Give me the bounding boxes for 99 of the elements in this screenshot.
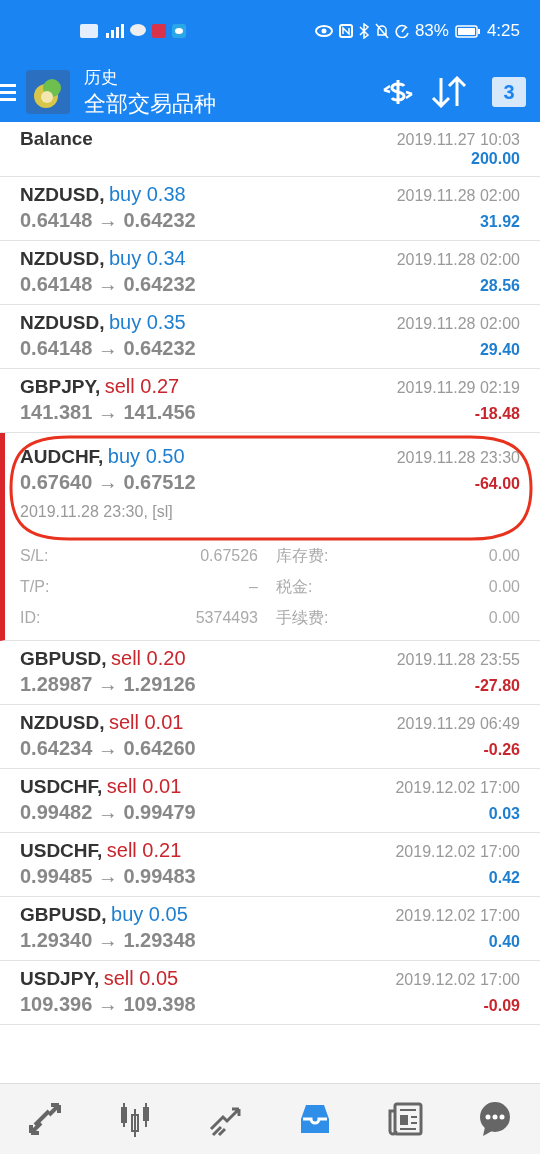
deal-prices: 1.29340 → 1.29348 xyxy=(20,929,196,952)
signal-icon xyxy=(104,24,124,38)
detail-label: T/P: xyxy=(20,577,51,597)
deal-profit: -18.48 xyxy=(474,405,520,423)
sort-icon[interactable] xyxy=(430,76,468,108)
deal-prices: 109.396 → 109.398 xyxy=(20,993,196,1016)
deal-row[interactable]: AUDCHF, buy 0.50 2019.11.28 23:30 0.67640 → 0.67512 -64.00 2019.11.28 23:30, [sl] S/L: 0.67526 库存费: 0.00 T/P: – 税金: 0.00 ID: 5374493 手续费: 0.00 xyxy=(0,433,540,641)
logo-icon xyxy=(26,70,70,114)
deal-row[interactable]: USDCHF, sell 0.01 2019.12.02 17:00 0.99482 → 0.99479 0.03 xyxy=(0,769,540,833)
deal-row[interactable]: USDJPY, sell 0.05 2019.12.02 17:00 109.396 → 109.398 -0.09 xyxy=(0,961,540,1025)
bluetooth-icon xyxy=(358,23,369,39)
deal-prices: 0.99482 → 0.99479 xyxy=(20,801,196,824)
deal-order: sell 0.05 xyxy=(103,967,179,989)
deal-profit: 29.40 xyxy=(479,341,520,359)
detail-value: 5374493 xyxy=(194,608,258,628)
deal-prices: 0.99485 → 0.99483 xyxy=(20,865,196,888)
deal-row[interactable]: NZDUSD, sell 0.01 2019.11.29 06:49 0.64234 → 0.64260 -0.26 xyxy=(0,705,540,769)
deal-time: 2019.11.29 06:49 xyxy=(396,715,520,733)
deal-profit: 0.03 xyxy=(488,805,520,823)
deal-prices: 0.64148 → 0.64232 xyxy=(20,337,196,360)
deal-row[interactable]: NZDUSD, buy 0.35 2019.11.28 02:00 0.64148 → 0.64232 29.40 xyxy=(0,305,540,369)
deal-order: sell 0.21 xyxy=(106,839,182,861)
screen-title: 历史 xyxy=(84,66,119,89)
deal-prices: 0.64148 → 0.64232 xyxy=(20,209,196,232)
deal-profit: 31.92 xyxy=(479,213,520,231)
deal-time: 2019.11.28 02:00 xyxy=(396,187,520,205)
deal-symbol: USDCHF, xyxy=(20,776,103,797)
deal-order: sell 0.20 xyxy=(111,647,186,669)
deal-symbol: NZDUSD, xyxy=(20,184,105,205)
deal-time: 2019.11.28 23:30 xyxy=(396,449,520,467)
balance-amount: 200.00 xyxy=(471,150,520,168)
deal-symbol: GBPUSD, xyxy=(20,904,107,925)
deal-prices: 0.67640 → 0.67512 xyxy=(20,471,196,494)
deal-time: 2019.11.28 23:55 xyxy=(396,651,520,669)
nfc-icon xyxy=(338,24,353,38)
detail-label: ID: xyxy=(20,608,42,628)
deal-order: buy 0.50 xyxy=(107,445,185,467)
deal-order: sell 0.01 xyxy=(106,775,182,797)
deal-symbol: NZDUSD, xyxy=(20,712,105,733)
detail-value: – xyxy=(248,577,258,597)
bell-muted-icon xyxy=(374,23,389,39)
balance-label: Balance xyxy=(20,128,93,150)
detail-value: 0.67526 xyxy=(199,546,258,566)
deal-symbol: AUDCHF, xyxy=(20,446,104,467)
close-time: 2019.11.28 23:30, [sl] xyxy=(20,503,174,521)
message-icon xyxy=(172,24,186,38)
deal-profit: 28.56 xyxy=(479,277,520,295)
deal-prices: 1.28987 → 1.29126 xyxy=(20,673,196,696)
symbol-filter[interactable]: 全部交易品种 xyxy=(84,88,366,119)
deal-row[interactable]: NZDUSD, buy 0.38 2019.11.28 02:00 0.64148 → 0.64232 31.92 xyxy=(0,177,540,241)
clock: 4:25 xyxy=(486,21,520,41)
deal-prices: 141.381 → 141.456 xyxy=(20,401,196,424)
eye-icon xyxy=(314,25,333,37)
detail-label: 手续费: xyxy=(275,608,330,628)
deal-row[interactable]: USDCHF, sell 0.21 2019.12.02 17:00 0.99485 → 0.99483 0.42 xyxy=(0,833,540,897)
deal-order: buy 0.34 xyxy=(108,247,186,269)
detail-label: 库存费: xyxy=(275,546,330,566)
deal-symbol: USDJPY, xyxy=(20,968,100,989)
detail-label: S/L: xyxy=(20,546,50,566)
deal-row[interactable]: GBPJPY, sell 0.27 2019.11.29 02:19 141.381 → 141.456 -18.48 xyxy=(0,369,540,433)
deal-time: 2019.12.02 17:00 xyxy=(395,907,520,925)
deal-order: sell 0.27 xyxy=(104,375,180,397)
deal-time: 2019.11.29 02:19 xyxy=(396,379,520,397)
deal-order: buy 0.05 xyxy=(111,903,188,925)
deal-profit: 0.40 xyxy=(488,933,520,951)
deal-profit: -64.00 xyxy=(474,475,520,493)
deal-symbol: GBPUSD, xyxy=(20,648,107,669)
detail-value: 0.00 xyxy=(487,577,520,597)
deal-order: buy 0.35 xyxy=(108,311,186,333)
deal-profit: 0.42 xyxy=(488,869,520,887)
deal-time: 2019.11.28 02:00 xyxy=(396,251,520,269)
detail-label: 税金: xyxy=(275,577,314,597)
chat-bubble-icon xyxy=(130,24,146,38)
deal-time: 2019.11.28 02:00 xyxy=(396,315,520,333)
deal-row[interactable]: NZDUSD, buy 0.34 2019.11.28 02:00 0.64148 → 0.64232 28.56 xyxy=(0,241,540,305)
detail-value: 0.00 xyxy=(487,546,520,566)
menu-icon[interactable] xyxy=(0,83,16,101)
detail-value: 0.00 xyxy=(487,608,520,628)
deal-symbol: USDCHF, xyxy=(20,840,103,861)
app-icon xyxy=(152,24,166,38)
deal-profit: -0.26 xyxy=(483,741,520,759)
deal-prices: 0.64148 → 0.64232 xyxy=(20,273,196,296)
deal-order: sell 0.01 xyxy=(108,711,184,733)
deal-time: 2019.12.02 17:00 xyxy=(395,971,520,989)
battery-percent: 83% xyxy=(414,21,449,41)
deal-symbol: NZDUSD, xyxy=(20,248,105,269)
battery-icon xyxy=(454,24,481,38)
deal-order: buy 0.38 xyxy=(108,183,186,205)
deal-profit: -0.09 xyxy=(483,997,520,1015)
deal-profit: -27.80 xyxy=(474,677,520,695)
deal-symbol: NZDUSD, xyxy=(20,312,105,333)
deal-prices: 0.64234 → 0.64260 xyxy=(20,737,196,760)
deal-symbol: GBPJPY, xyxy=(20,376,101,397)
balance-time: 2019.11.27 10:03 xyxy=(396,131,520,149)
speed-icon xyxy=(394,24,409,38)
deal-time: 2019.12.02 17:00 xyxy=(395,779,520,797)
deal-row[interactable]: GBPUSD, sell 0.20 2019.11.28 23:55 1.28987 → 1.29126 -27.80 xyxy=(0,641,540,705)
deal-row[interactable]: GBPUSD, buy 0.05 2019.12.02 17:00 1.29340 → 1.29348 0.40 xyxy=(0,897,540,961)
deal-time: 2019.12.02 17:00 xyxy=(395,843,520,861)
